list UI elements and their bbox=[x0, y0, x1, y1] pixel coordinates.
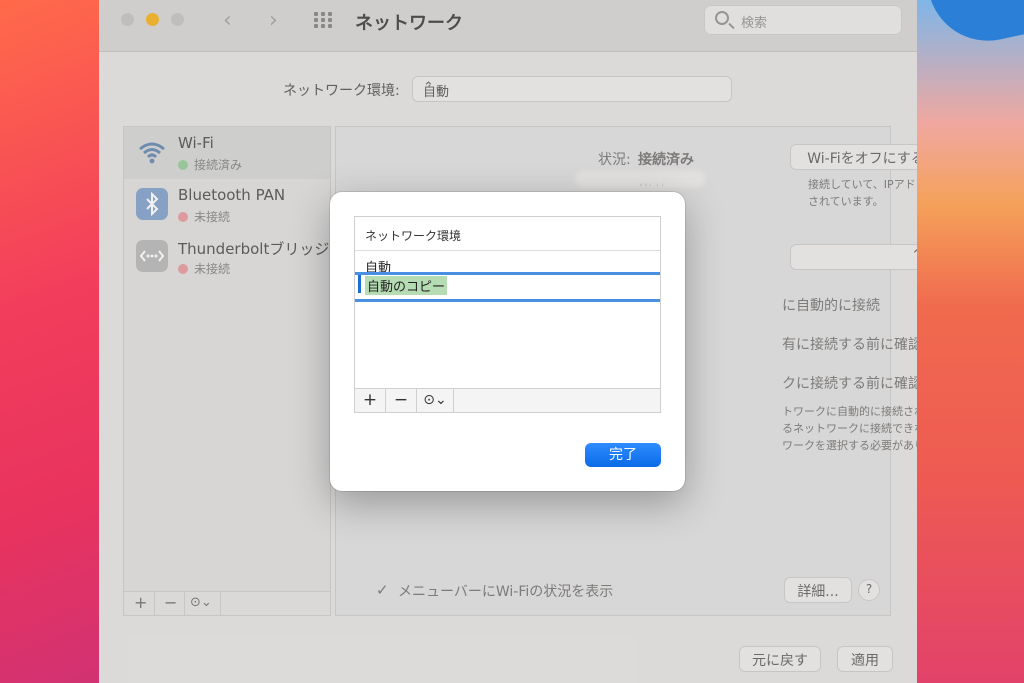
location-actions-button[interactable]: ⊙⌄ bbox=[417, 389, 453, 412]
done-button[interactable]: 完了 bbox=[585, 443, 661, 467]
column-header: ネットワーク環境 bbox=[365, 229, 462, 243]
table-header: ネットワーク環境 bbox=[355, 217, 660, 251]
text-caret bbox=[358, 275, 361, 293]
desktop-wallpaper bbox=[916, 0, 1024, 683]
location-table: ネットワーク環境 自動 自動のコピー + − ⊙⌄ bbox=[354, 216, 661, 413]
table-toolbar: + − ⊙⌄ bbox=[355, 388, 660, 412]
location-name-edit-field[interactable]: 自動のコピー bbox=[365, 276, 448, 295]
add-location-button[interactable]: + bbox=[355, 389, 385, 412]
location-edit-sheet: ネットワーク環境 自動 自動のコピー + − ⊙⌄ 完了 bbox=[330, 192, 685, 491]
table-row-editing[interactable]: 自動のコピー bbox=[355, 272, 660, 302]
remove-location-button[interactable]: − bbox=[386, 389, 416, 412]
